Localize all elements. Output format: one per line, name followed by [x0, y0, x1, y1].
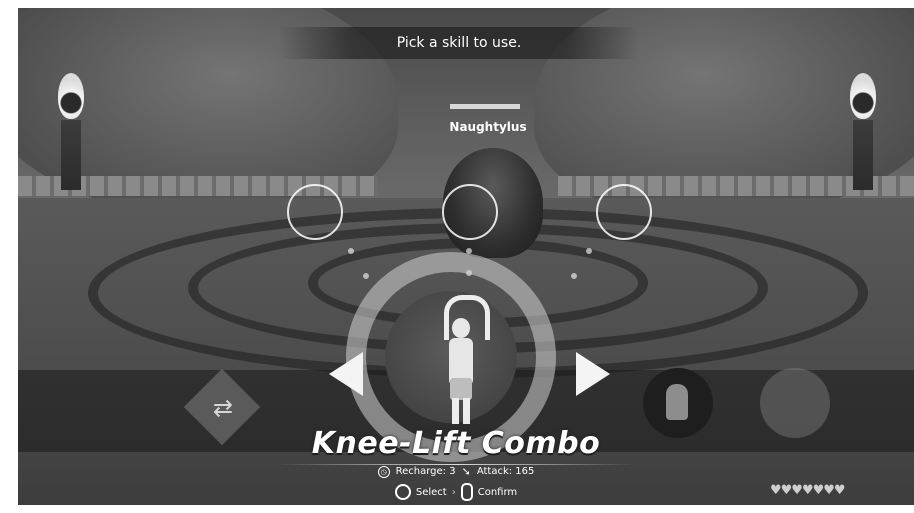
figure-head	[452, 318, 470, 338]
attack-value: Attack: 165	[476, 466, 535, 477]
rotate-ring-icon	[394, 484, 411, 500]
torch-flame-left-icon	[58, 73, 84, 119]
select-label: Select	[415, 486, 447, 498]
next-skill-arrow-icon[interactable]	[576, 352, 610, 396]
aim-dot	[571, 273, 577, 279]
torch-stand-right	[853, 120, 873, 190]
recharge-clock-icon: ◷	[377, 465, 390, 478]
skill-title: Knee-Lift Combo	[311, 426, 601, 461]
target-reticle-right[interactable]	[596, 184, 652, 240]
aim-dot	[363, 273, 369, 279]
health-hearts-icon: ♥♥♥♥♥♥♥	[770, 483, 846, 498]
aim-dot	[586, 248, 592, 254]
torch-stand-left	[61, 120, 81, 190]
confirm-label: Confirm	[477, 486, 518, 498]
instruction-prompt: Pick a skill to use.	[279, 27, 639, 59]
shuffle-icon: ⇄	[212, 394, 234, 422]
figure-shorts	[450, 378, 472, 400]
enemy-name: Naughtylus	[449, 120, 527, 134]
attack-foot-icon: ➘	[461, 465, 471, 478]
separator-dot: ›	[451, 486, 456, 498]
previous-skill-arrow-icon[interactable]	[329, 352, 363, 396]
skill-option-figure-icon	[666, 384, 688, 420]
torch-flame-right-icon	[850, 73, 876, 119]
recharge-value: Recharge: 3	[395, 466, 456, 477]
aim-dot	[348, 248, 354, 254]
skill-option-far[interactable]	[760, 368, 830, 438]
target-reticle-center[interactable]	[442, 184, 498, 240]
control-hints: Select › Confirm	[376, 483, 536, 501]
figure-legs	[452, 398, 470, 424]
skill-stats: ◷ Recharge: 3 ➘ Attack: 165	[356, 465, 556, 478]
target-reticle-left[interactable]	[287, 184, 343, 240]
enemy-health-bar	[450, 104, 520, 109]
squeeze-ring-icon	[460, 483, 473, 501]
